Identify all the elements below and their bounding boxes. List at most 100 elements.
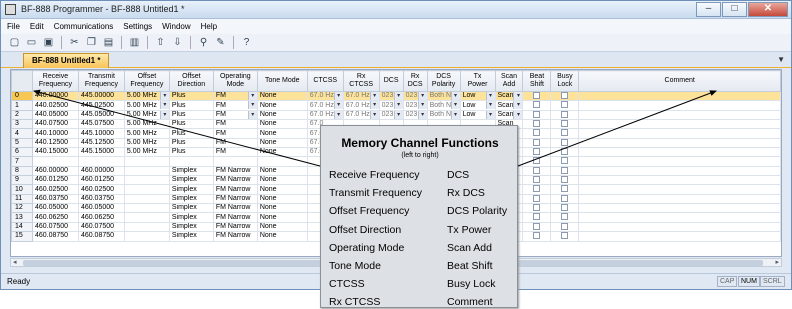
paste-icon[interactable]: ▤ (101, 35, 116, 50)
table-cell[interactable]: 460.03750 (77, 193, 125, 205)
table-cell[interactable]: 5.00 MHz (123, 119, 170, 130)
checkbox[interactable] (561, 176, 569, 184)
table-cell[interactable]: 460.05000 (31, 203, 79, 214)
table-cell[interactable]: None (256, 175, 308, 186)
table-cell[interactable]: 460.05000 (77, 203, 125, 214)
checkbox[interactable] (533, 148, 541, 156)
table-cell[interactable]: 440.15000 (31, 147, 79, 158)
beat-shift-checkbox[interactable] (522, 212, 552, 223)
column-header[interactable]: Rx DCS (402, 70, 428, 92)
table-cell[interactable]: 440.10000 (31, 128, 79, 139)
busy-lock-checkbox[interactable] (550, 193, 580, 205)
table-cell[interactable]: FM (212, 128, 258, 139)
menu-settings[interactable]: Settings (123, 22, 152, 31)
beat-shift-checkbox[interactable] (522, 193, 552, 205)
checkbox[interactable] (533, 214, 541, 221)
table-cell[interactable]: Simplex (168, 221, 214, 233)
beat-shift-checkbox[interactable] (522, 203, 552, 214)
settings-icon[interactable]: ✎ (213, 35, 228, 50)
open-icon[interactable]: ▭ (24, 35, 39, 50)
copy-icon[interactable]: ❐ (84, 35, 99, 50)
table-cell[interactable]: 5.00 MHz (123, 128, 170, 139)
checkbox[interactable] (561, 232, 569, 240)
table-cell[interactable]: 440.02500 (31, 100, 79, 111)
menu-edit[interactable]: Edit (30, 22, 44, 31)
scroll-left-icon[interactable]: ◂ (13, 258, 17, 266)
table-cell[interactable] (578, 128, 781, 139)
beat-shift-checkbox[interactable] (522, 231, 552, 242)
table-cell[interactable]: Simplex (168, 231, 214, 242)
table-cell[interactable]: 460.02500 (77, 184, 125, 195)
table-cell[interactable]: None (256, 147, 308, 158)
table-cell[interactable]: 5.00 MHz (123, 147, 170, 158)
table-cell[interactable]: None (256, 119, 308, 130)
busy-lock-checkbox[interactable] (550, 184, 580, 195)
busy-lock-checkbox[interactable] (550, 156, 580, 167)
beat-shift-checkbox[interactable] (522, 175, 552, 186)
column-header[interactable]: DCS Polarity (426, 70, 461, 92)
column-header[interactable]: Offset Direction (168, 70, 214, 92)
table-cell[interactable]: Plus (168, 90, 214, 102)
scroll-right-icon[interactable]: ▸ (775, 258, 779, 266)
table-cell[interactable]: None (256, 100, 308, 111)
table-cell[interactable]: Plus (168, 119, 214, 130)
table-cell[interactable]: 460.08750 (77, 231, 125, 242)
table-cell[interactable]: 67.0 Hz (306, 100, 344, 111)
menu-window[interactable]: Window (162, 22, 190, 31)
busy-lock-checkbox[interactable] (550, 175, 580, 186)
table-cell[interactable]: None (256, 128, 308, 139)
table-cell[interactable]: 460.06250 (77, 212, 125, 223)
table-cell[interactable]: Simplex (168, 165, 214, 177)
table-cell[interactable]: 5.00 MHz (123, 137, 170, 149)
download-icon[interactable]: ⇩ (170, 35, 185, 50)
busy-lock-checkbox[interactable] (550, 147, 580, 158)
table-cell[interactable]: None (256, 90, 308, 102)
checkbox[interactable] (561, 204, 569, 212)
table-cell[interactable]: Simplex (168, 175, 214, 186)
menu-communications[interactable]: Communications (54, 22, 114, 31)
table-cell[interactable] (578, 231, 781, 242)
table-cell[interactable]: Scan (494, 90, 524, 102)
checkbox[interactable] (533, 232, 541, 240)
checkbox[interactable] (561, 111, 569, 118)
table-cell[interactable]: 445.02500 (77, 100, 125, 111)
column-header[interactable]: Offset Frequency (123, 70, 170, 92)
column-header[interactable]: Busy Lock (550, 70, 580, 92)
table-cell[interactable]: FM (212, 100, 258, 111)
busy-lock-checkbox[interactable] (550, 165, 580, 177)
table-cell[interactable]: FM (212, 109, 258, 121)
table-cell[interactable]: 445.05000 (77, 109, 125, 121)
table-cell[interactable]: FM (212, 90, 258, 102)
upload-icon[interactable]: ⇧ (153, 35, 168, 50)
table-cell[interactable] (212, 156, 258, 167)
table-cell[interactable] (123, 165, 170, 177)
checkbox[interactable] (533, 176, 541, 184)
table-cell[interactable]: None (256, 165, 308, 177)
table-cell[interactable]: None (256, 221, 308, 233)
checkbox[interactable] (561, 92, 569, 99)
beat-shift-checkbox[interactable] (522, 100, 552, 111)
table-cell[interactable]: 67.0 Hz (342, 90, 380, 102)
table-cell[interactable] (578, 212, 781, 223)
table-cell[interactable]: Low (459, 100, 496, 111)
new-icon[interactable]: ▢ (7, 35, 22, 50)
table-cell[interactable] (578, 221, 781, 233)
table-cell[interactable]: Scan (494, 100, 524, 111)
title-bar[interactable]: BF-888 Programmer - BF-888 Untitled1 * –… (1, 1, 791, 19)
checkbox[interactable] (533, 157, 541, 165)
busy-lock-checkbox[interactable] (550, 212, 580, 223)
beat-shift-checkbox[interactable] (522, 221, 552, 233)
table-cell[interactable] (123, 221, 170, 233)
table-cell[interactable]: Simplex (168, 193, 214, 205)
table-cell[interactable]: Plus (168, 137, 214, 149)
table-cell[interactable]: Plus (168, 128, 214, 139)
table-row[interactable]: 1440.02500445.025005.00 MHzPlusFMNone67.… (11, 100, 781, 111)
table-cell[interactable]: Simplex (168, 184, 214, 195)
column-header[interactable]: Comment (578, 70, 781, 92)
checkbox[interactable] (561, 157, 569, 165)
table-row[interactable]: 0440.00000445.000005.00 MHzPlusFMNone67.… (11, 90, 781, 102)
table-cell[interactable] (123, 184, 170, 195)
table-cell[interactable] (578, 184, 781, 195)
table-cell[interactable]: Scan (494, 109, 524, 121)
checkbox[interactable] (533, 92, 541, 99)
